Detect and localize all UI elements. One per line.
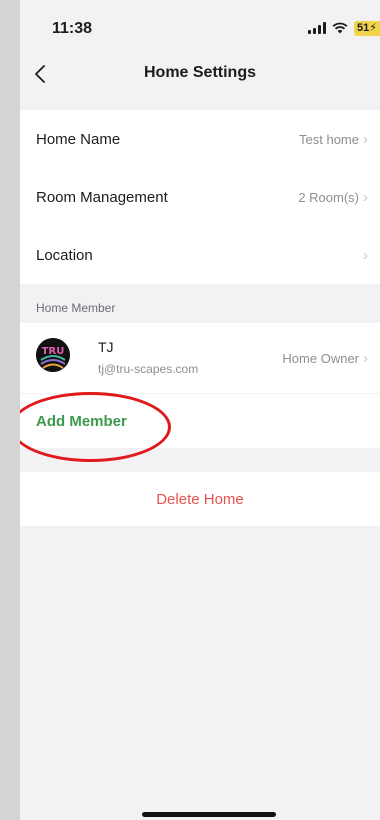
room-management-label: Room Management (36, 188, 168, 206)
battery-level: 51 (357, 21, 370, 34)
delete-home-row[interactable]: Delete Home (20, 472, 380, 526)
home-name-label: Home Name (36, 130, 121, 148)
member-name: TJ (98, 339, 114, 355)
status-bar: 11:38 51⚡ (20, 0, 380, 52)
battery-indicator: 51⚡ (354, 20, 380, 36)
member-role: Home Owner (282, 350, 359, 366)
add-member-row[interactable]: Add Member (20, 394, 380, 448)
location-value-group: › (359, 247, 368, 264)
location-row[interactable]: Location › (20, 226, 380, 284)
status-time: 11:38 (52, 20, 93, 37)
chevron-right-icon: › (363, 246, 368, 264)
home-name-value-group: Test home › (299, 131, 368, 148)
home-indicator (142, 812, 276, 817)
delete-home-button[interactable]: Delete Home (20, 491, 380, 508)
chevron-right-icon: › (363, 188, 368, 206)
home-member-section-title: Home Member (36, 301, 116, 315)
page-title: Home Settings (143, 64, 256, 81)
avatar-logo-text: TRU (42, 346, 65, 357)
member-row[interactable]: TRU TJ tj@tru-scapes.com Home Owner › (20, 323, 380, 393)
cellular-signal-icon (308, 22, 327, 34)
location-label: Location (36, 246, 93, 264)
home-name-row[interactable]: Home Name Test home › (20, 110, 380, 168)
charging-bolt-icon: ⚡ (369, 21, 377, 34)
status-icons: 51⚡ (308, 20, 380, 36)
room-management-row[interactable]: Room Management 2 Room(s) › (20, 168, 380, 226)
avatar: TRU (36, 338, 70, 372)
nav-bar: Home Settings (20, 52, 380, 96)
add-member-button[interactable]: Add Member (36, 413, 127, 430)
home-name-value: Test home (299, 131, 359, 147)
wifi-icon (332, 22, 348, 34)
member-email: tj@tru-scapes.com (98, 362, 199, 376)
room-management-value: 2 Room(s) (298, 189, 359, 205)
phone-screen: 11:38 51⚡ Home Settings Home Name Test h… (20, 0, 380, 820)
chevron-right-icon: › (363, 349, 368, 367)
member-role-group: Home Owner › (282, 350, 368, 367)
chevron-right-icon: › (363, 130, 368, 148)
room-management-value-group: 2 Room(s) › (298, 189, 368, 206)
